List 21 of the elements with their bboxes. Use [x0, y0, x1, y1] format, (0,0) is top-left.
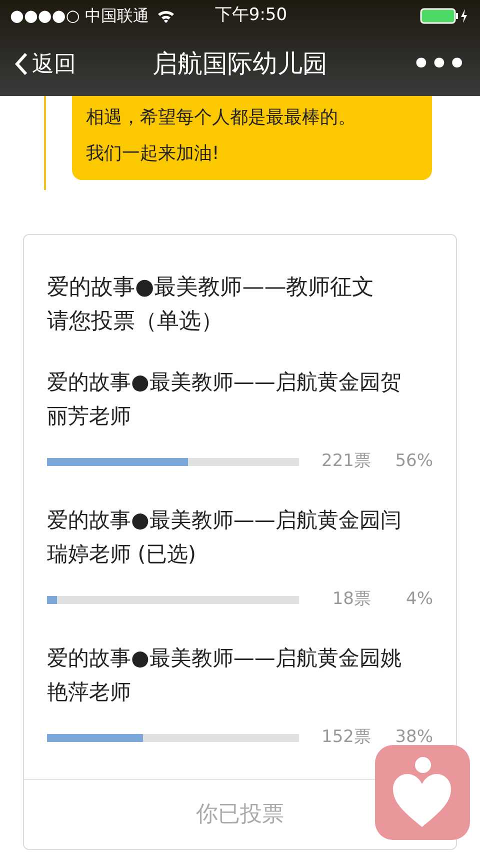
- message-text: 相遇，希望每个人都是最最棒的。: [86, 106, 357, 130]
- chevron-left-icon: [14, 52, 28, 76]
- back-button[interactable]: 返回: [14, 48, 114, 80]
- option-label: 爱的故事●最美教师——启航黄金园贺丽芳老师: [47, 369, 402, 430]
- poll-title: 爱的故事●最美教师——教师征文请您投票（单选）: [47, 274, 376, 336]
- wifi-icon: [156, 9, 175, 23]
- vote-percent: 4%: [405, 588, 433, 612]
- vote-percent: 56%: [394, 450, 433, 474]
- vote-count: 18票: [332, 588, 371, 612]
- clock: 下午9:50: [214, 4, 288, 28]
- vote-percent: 38%: [394, 726, 433, 750]
- message-text: 我们一起来加油!: [86, 142, 220, 166]
- option-label: 爱的故事●最美教师——启航黄金园姚艳萍老师: [47, 645, 402, 706]
- vote-count: 221票: [322, 450, 371, 474]
- heart-app-icon: [375, 745, 470, 840]
- carrier-signal: ●●●●○ 中国联通: [10, 5, 149, 27]
- option-label: 爱的故事●最美教师——启航黄金园闫瑞婷老师 (已选): [47, 507, 402, 568]
- page-title: 启航国际幼儿园: [152, 48, 328, 80]
- vote-count: 152票: [322, 726, 371, 750]
- more-button[interactable]: •••: [366, 50, 466, 78]
- battery-icon: [420, 8, 470, 24]
